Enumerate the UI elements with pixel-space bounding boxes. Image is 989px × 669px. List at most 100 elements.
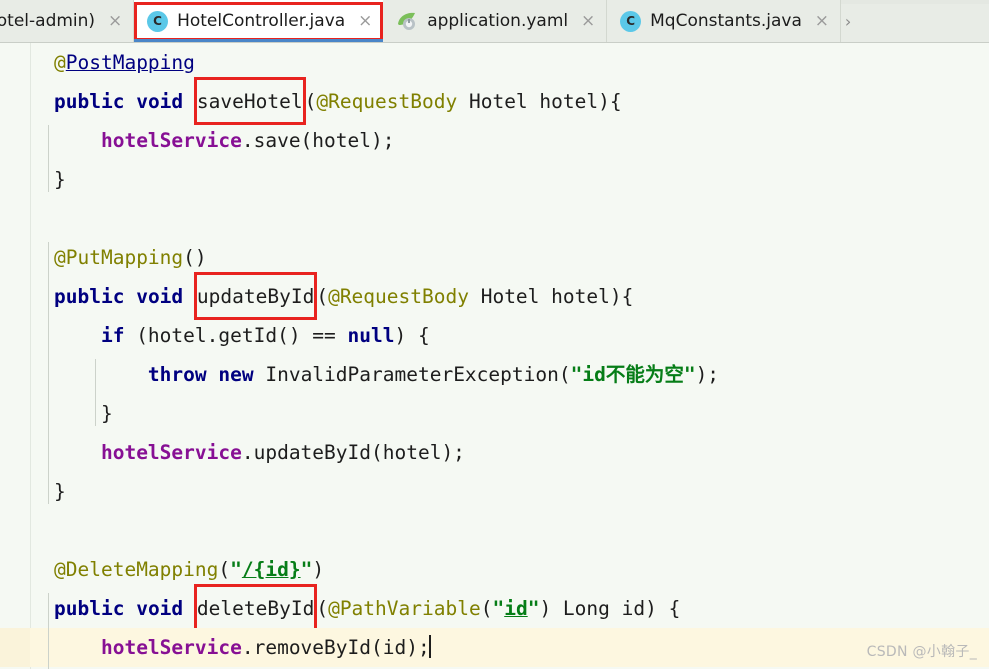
code-token: () (183, 246, 207, 269)
watermark: CSDN @小翰子_ (866, 644, 977, 660)
code-editor[interactable]: @PostMapping public void saveHotel (@Reque… (0, 43, 989, 669)
editor-tab-mqconstants-java[interactable]: C MqConstants.java × (607, 0, 841, 42)
code-token: throw (147, 363, 207, 386)
text-caret (428, 635, 431, 658)
code-token: public (54, 90, 125, 113)
code-token: @RequestBody (328, 285, 469, 308)
code-token: Hotel hotel){ (457, 90, 622, 113)
code-token: ) Long id) { (539, 597, 681, 620)
code-line[interactable]: } (0, 394, 989, 433)
method-name-annotation-box: deleteById (193, 584, 318, 632)
code-token: ); (695, 363, 720, 386)
code-token: PostMapping (65, 51, 195, 74)
code-token: ( (316, 597, 329, 620)
code-token: saveHotel (196, 90, 303, 113)
code-token: public (54, 597, 125, 620)
close-icon[interactable]: × (814, 12, 830, 30)
code-token: InvalidParameterException( (253, 363, 571, 386)
code-token: " (527, 597, 540, 620)
java-class-icon: C (620, 10, 642, 32)
code-token: ) { (394, 324, 430, 347)
code-token: (hotel.getId() == (124, 324, 348, 347)
indent-guide (48, 125, 49, 192)
code-token: @ (54, 246, 66, 269)
code-line[interactable]: hotelService.removeById(id); (0, 628, 989, 667)
code-line[interactable] (0, 199, 989, 238)
code-token: if (100, 324, 125, 347)
code-token: ( (218, 558, 231, 581)
code-token: } (54, 480, 66, 503)
code-token: updateById (196, 285, 315, 308)
indent-guide (94, 359, 96, 426)
close-icon[interactable]: × (107, 12, 123, 30)
code-token: hotelService (100, 129, 242, 152)
indent-guide (48, 593, 49, 669)
editor-tab-hotelcontroller-java[interactable]: C HotelController.java × (134, 0, 384, 42)
code-line[interactable]: @PostMapping (0, 43, 989, 82)
code-token: .updateById(hotel); (241, 441, 465, 464)
code-line[interactable]: public void saveHotel (@RequestBody Hotel… (0, 77, 989, 125)
code-line[interactable]: } (0, 472, 989, 511)
code-token: @RequestBody (316, 90, 458, 113)
code-token: ( (480, 597, 493, 620)
code-token: hotelService (100, 441, 242, 464)
code-token: new (218, 363, 254, 386)
indent-guide (48, 242, 49, 504)
code-token: "id不能为空" (570, 363, 696, 386)
code-line[interactable]: @DeleteMapping("/{id}") (0, 550, 989, 589)
code-token: null (347, 324, 395, 347)
code-token: @ (54, 51, 66, 74)
code-line[interactable] (0, 511, 989, 550)
java-class-icon: C (147, 10, 169, 32)
code-token: deleteById (196, 597, 315, 620)
spring-yaml-icon (396, 11, 418, 31)
code-line[interactable]: if (hotel.getId() == null) { (0, 316, 989, 355)
code-token: id (504, 597, 528, 620)
code-line[interactable]: } (0, 160, 989, 199)
tab-label: HotelController.java (177, 10, 346, 31)
close-icon[interactable]: × (357, 12, 373, 30)
code-token: DeleteMapping (65, 558, 219, 581)
editor-tab-hotel-admin-[interactable]: hotel-admin) × (0, 0, 135, 42)
code-content[interactable]: @PostMapping public void saveHotel (@Reque… (0, 43, 989, 669)
code-line[interactable]: hotelService.updateById(hotel); (0, 433, 989, 472)
code-token: " (492, 597, 505, 620)
code-token: void (136, 597, 184, 620)
code-line[interactable]: public void updateById (@RequestBody Hote… (0, 272, 989, 320)
tab-label: application.yaml (427, 10, 569, 31)
code-token: ( (316, 285, 329, 308)
code-line[interactable]: @PutMapping() (0, 238, 989, 277)
tab-label: MqConstants.java (650, 10, 802, 31)
code-token: @PathVariable (328, 597, 481, 620)
method-name-annotation-box: saveHotel (193, 77, 306, 125)
code-token: @ (54, 558, 66, 581)
tab-label: hotel-admin) (0, 10, 96, 31)
code-token: " (300, 558, 313, 581)
code-token: PutMapping (65, 246, 184, 269)
code-line[interactable]: public void deleteById (@PathVariable("id… (0, 584, 989, 632)
code-token: ( (304, 90, 317, 113)
code-token: .save(hotel); (241, 129, 395, 152)
editor-tab-application-yaml[interactable]: application.yaml × (383, 0, 608, 42)
tab-overflow-chevron-icon[interactable]: › (841, 0, 855, 42)
code-line[interactable]: hotelService.save(hotel); (0, 121, 989, 160)
close-icon[interactable]: × (580, 12, 596, 30)
code-token: void (136, 90, 184, 113)
code-token: Hotel hotel){ (468, 285, 634, 308)
code-token: } (100, 402, 113, 425)
editor-tab-bar: hotel-admin)×CHotelController.java×appli… (0, 0, 989, 43)
code-token: ) (312, 558, 325, 581)
code-token: public (54, 285, 125, 308)
code-line[interactable]: throw new InvalidParameterException("id不… (0, 355, 989, 394)
code-token: hotelService (100, 636, 242, 659)
